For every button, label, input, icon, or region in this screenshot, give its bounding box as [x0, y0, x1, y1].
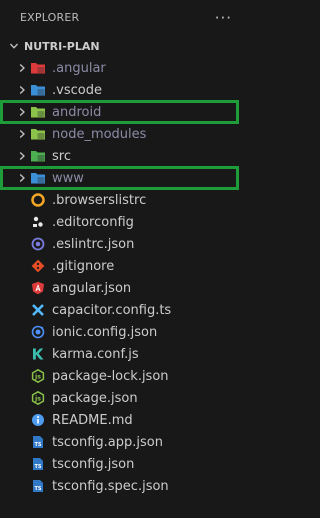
ionic-icon: [30, 324, 46, 340]
tsconfig-icon: TS: [30, 456, 46, 472]
tsconfig-icon: TS: [30, 434, 46, 450]
more-actions-icon[interactable]: ···: [215, 9, 232, 27]
file-angular-json[interactable]: angular.json: [0, 277, 246, 299]
file-label: README.md: [52, 412, 133, 428]
file-label: package.json: [52, 390, 138, 406]
folder-node-modules[interactable]: node_modules: [0, 123, 246, 145]
svg-text:TS: TS: [34, 464, 41, 470]
file-label: angular.json: [52, 280, 132, 296]
chevron-right-icon: [14, 82, 30, 98]
file-editorconfig[interactable]: .editorconfig: [0, 211, 246, 233]
chevron-right-icon: [14, 148, 30, 164]
karma-icon: [30, 346, 46, 362]
chevron-right-icon: [14, 60, 30, 76]
chevron-right-icon: [14, 170, 30, 186]
svg-text:TS: TS: [34, 486, 41, 492]
angular-folder-icon: [30, 60, 46, 76]
folder-angular[interactable]: .angular: [0, 57, 246, 79]
file-gitignore[interactable]: .gitignore: [0, 255, 246, 277]
file-browserslistrc[interactable]: .browserslistrc: [0, 189, 246, 211]
tsconfig-icon: TS: [30, 478, 46, 494]
file-label: ionic.config.json: [52, 324, 158, 340]
file-tsconfig-app-json[interactable]: TS tsconfig.app.json: [0, 431, 246, 453]
folder-label: www: [52, 170, 84, 186]
file-karma-conf-js[interactable]: karma.conf.js: [0, 343, 246, 365]
folder-label: android: [52, 104, 102, 120]
git-icon: [30, 258, 46, 274]
src-folder-icon: [30, 148, 46, 164]
angular-icon: [30, 280, 46, 296]
file-capacitor-config-ts[interactable]: capacitor.config.ts: [0, 299, 246, 321]
file-label: .editorconfig: [52, 214, 134, 230]
svg-text:TS: TS: [34, 442, 41, 448]
file-label: karma.conf.js: [52, 346, 139, 362]
file-label: capacitor.config.ts: [52, 302, 172, 318]
file-label: tsconfig.app.json: [52, 434, 163, 450]
folder-android[interactable]: android: [0, 101, 246, 123]
project-section-header[interactable]: NUTRI-PLAN: [0, 35, 246, 57]
file-label: tsconfig.json: [52, 456, 135, 472]
folder-label: node_modules: [52, 126, 147, 142]
file-label: .eslintrc.json: [52, 236, 135, 252]
eslint-icon: [30, 236, 46, 252]
nodejs-icon: js: [30, 368, 46, 384]
node-folder-icon: [30, 126, 46, 142]
file-tsconfig-spec-json[interactable]: TS tsconfig.spec.json: [0, 475, 246, 497]
project-name: NUTRI-PLAN: [24, 39, 100, 53]
file-ionic-config-json[interactable]: ionic.config.json: [0, 321, 246, 343]
folder-src[interactable]: src: [0, 145, 246, 167]
file-package-json[interactable]: js package.json: [0, 387, 246, 409]
file-tree: .angular .vscode android node_modulessrc www…: [0, 57, 246, 497]
android-folder-icon: [30, 104, 46, 120]
file-label: tsconfig.spec.json: [52, 478, 169, 494]
vscode-folder-icon: [30, 82, 46, 98]
file-label: .gitignore: [52, 258, 115, 274]
editorconfig-icon: [30, 214, 46, 230]
info-icon: [30, 412, 46, 428]
svg-text:js: js: [34, 373, 41, 381]
file-eslintrc-json[interactable]: .eslintrc.json: [0, 233, 246, 255]
folder-www[interactable]: www: [0, 167, 246, 189]
explorer-header: EXPLORER ···: [0, 0, 246, 35]
file-label: package-lock.json: [52, 368, 169, 384]
folder-label: src: [52, 148, 71, 164]
chevron-right-icon: [14, 104, 30, 120]
svg-text:js: js: [34, 395, 41, 403]
capacitor-icon: [30, 302, 46, 318]
chevron-right-icon: [14, 126, 30, 142]
chevron-down-icon: [6, 41, 22, 51]
folder-label: .vscode: [52, 82, 102, 98]
file-tsconfig-json[interactable]: TS tsconfig.json: [0, 453, 246, 475]
browserslist-icon: [30, 192, 46, 208]
www-folder-icon: [30, 170, 46, 186]
folder-label: .angular: [52, 60, 106, 76]
explorer-title: EXPLORER: [20, 11, 80, 24]
file-package-lock-json[interactable]: js package-lock.json: [0, 365, 246, 387]
file-readme-md[interactable]: README.md: [0, 409, 246, 431]
file-label: .browserslistrc: [52, 192, 147, 208]
folder-vscode[interactable]: .vscode: [0, 79, 246, 101]
nodejs-icon: js: [30, 390, 46, 406]
